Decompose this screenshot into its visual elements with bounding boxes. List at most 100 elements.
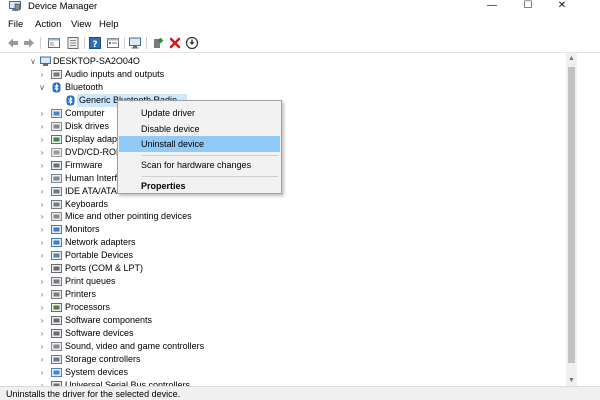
expand-arrow[interactable]: › (38, 249, 46, 262)
vertical-scrollbar[interactable]: ▲ ▼ (566, 53, 577, 386)
tree-category-item[interactable]: › Audio inputs and outputs (0, 68, 560, 81)
tree-item-label: Disk drives (65, 120, 110, 131)
menu-view[interactable]: View (71, 19, 91, 30)
expand-arrow[interactable]: › (38, 275, 46, 288)
menu-separator (142, 176, 278, 177)
scan-hardware-menu-item[interactable]: Scan for hardware changes (119, 157, 280, 173)
context-menu: Update driver Disable device Uninstall d… (117, 100, 282, 194)
tree-item-label: IDE ATA/ATAP (65, 185, 123, 196)
scroll-down-arrow[interactable]: ▼ (566, 375, 577, 386)
menu-action[interactable]: Action (35, 19, 61, 30)
download-icon[interactable] (185, 36, 199, 50)
portable-device-icon (51, 251, 62, 261)
menu-separator (142, 155, 278, 156)
disable-device-menu-item[interactable]: Disable device (119, 121, 280, 137)
expand-arrow[interactable]: › (38, 198, 46, 211)
expand-arrow[interactable]: › (38, 107, 46, 120)
tree-item-label: Bluetooth (65, 81, 104, 92)
expand-arrow[interactable]: › (38, 340, 46, 353)
keyboard-icon (51, 199, 62, 209)
scroll-up-arrow[interactable]: ▲ (566, 53, 577, 64)
tree-item-label: Audio inputs and outputs (65, 69, 165, 79)
expand-arrow[interactable]: › (38, 120, 46, 133)
expand-arrow[interactable]: › (38, 314, 46, 327)
tree-category-item[interactable]: › Universal Serial Bus controllers (0, 379, 560, 386)
expand-arrow[interactable]: › (38, 210, 46, 223)
tree-root[interactable]: ∨ DESKTOP-SA2O04O (0, 55, 560, 68)
uninstall-icon[interactable] (168, 36, 182, 50)
window-title: Device Manager (28, 1, 98, 12)
expand-arrow[interactable]: › (38, 172, 46, 185)
expand-arrow[interactable]: › (38, 68, 46, 81)
scroll-thumb[interactable] (568, 67, 575, 363)
tree-category-item[interactable]: › Sound, video and game controllers (0, 340, 560, 353)
tree-category-item[interactable]: › Print queues (0, 275, 560, 288)
tree-category-item[interactable]: › Network adapters (0, 236, 560, 249)
tree-category-item[interactable]: › System devices (0, 366, 560, 379)
expand-arrow[interactable]: › (38, 366, 46, 379)
tree-category-item[interactable]: › Ports (COM & LPT) (0, 262, 560, 275)
tree-category-item[interactable]: › Keyboards (0, 198, 560, 211)
monitor-icon (51, 225, 62, 235)
help-icon[interactable]: ? (88, 36, 102, 50)
expand-arrow[interactable]: › (38, 159, 46, 172)
sound-icon (51, 341, 62, 351)
expand-arrow[interactable]: › (38, 185, 46, 198)
root-label: DESKTOP-SA2O04O (53, 56, 140, 66)
tree-item-label: Firmware (65, 159, 103, 170)
forward-icon[interactable] (22, 36, 36, 50)
back-icon[interactable] (6, 36, 20, 50)
software-device-icon (51, 329, 62, 338)
tree-item-label: Print queues (65, 276, 116, 287)
menu-file[interactable]: File (8, 19, 23, 30)
tree-category-item[interactable]: › Software devices (0, 327, 560, 340)
expand-arrow[interactable]: › (38, 301, 46, 314)
toolbar-separator (84, 37, 85, 49)
uninstall-device-menu-item[interactable]: Uninstall device (119, 136, 280, 152)
tree-category-item[interactable]: › Storage controllers (0, 353, 560, 366)
tree-category-item[interactable]: › Software components (0, 314, 560, 327)
display-adapter-icon (51, 134, 62, 144)
expand-arrow[interactable]: › (38, 288, 46, 301)
add-driver-icon[interactable] (151, 36, 165, 50)
update-driver-icon[interactable] (66, 36, 80, 50)
tree-item-label: Software devices (65, 328, 134, 338)
tree-category-item[interactable]: › Processors (0, 301, 560, 314)
toolbar-separator (40, 37, 41, 49)
tree-item-label: Portable Devices (65, 250, 134, 261)
expand-arrow[interactable]: › (38, 133, 46, 146)
tree-item-label: Universal Serial Bus controllers (65, 379, 191, 386)
printer-icon (51, 290, 62, 300)
tree-category-item[interactable]: › Printers (0, 288, 560, 301)
tree-category-item[interactable]: ∨ Bluetooth (0, 81, 560, 94)
monitor-scan-icon[interactable] (128, 36, 142, 50)
update-driver-menu-item[interactable]: Update driver (119, 105, 280, 121)
dvd-icon (51, 147, 62, 157)
show-hidden-icon[interactable] (106, 36, 120, 50)
system-device-icon (51, 367, 62, 377)
toolbar: ? (0, 33, 600, 53)
tree-item-label: Software components (65, 315, 153, 326)
expand-arrow[interactable]: › (38, 146, 46, 159)
tree-item-label: Storage controllers (65, 353, 141, 364)
bluetooth-icon (52, 82, 61, 93)
close-button[interactable]: ✕ (540, 0, 584, 13)
storage-icon (51, 354, 62, 364)
tree-item-label: Human Interf (65, 172, 118, 183)
expand-arrow[interactable]: › (38, 353, 46, 366)
expand-arrow[interactable]: › (38, 262, 46, 275)
tree-category-item[interactable]: › Portable Devices (0, 249, 560, 262)
menu-help[interactable]: Help (99, 19, 119, 30)
collapse-arrow[interactable]: ∨ (38, 81, 46, 94)
expand-arrow[interactable]: › (38, 223, 46, 236)
tree-category-item[interactable]: › Mice and other pointing devices (0, 210, 560, 223)
properties-menu-item[interactable]: Properties (119, 178, 280, 194)
collapse-arrow[interactable]: ∨ (29, 55, 37, 68)
expand-arrow[interactable]: › (38, 236, 46, 249)
expand-arrow[interactable]: › (38, 327, 46, 340)
properties-window-icon[interactable] (47, 36, 61, 50)
tree-item-label: DVD/CD-ROM (65, 146, 124, 157)
speaker-icon (51, 70, 62, 79)
expand-arrow[interactable]: › (38, 379, 46, 386)
tree-category-item[interactable]: › Monitors (0, 223, 560, 236)
